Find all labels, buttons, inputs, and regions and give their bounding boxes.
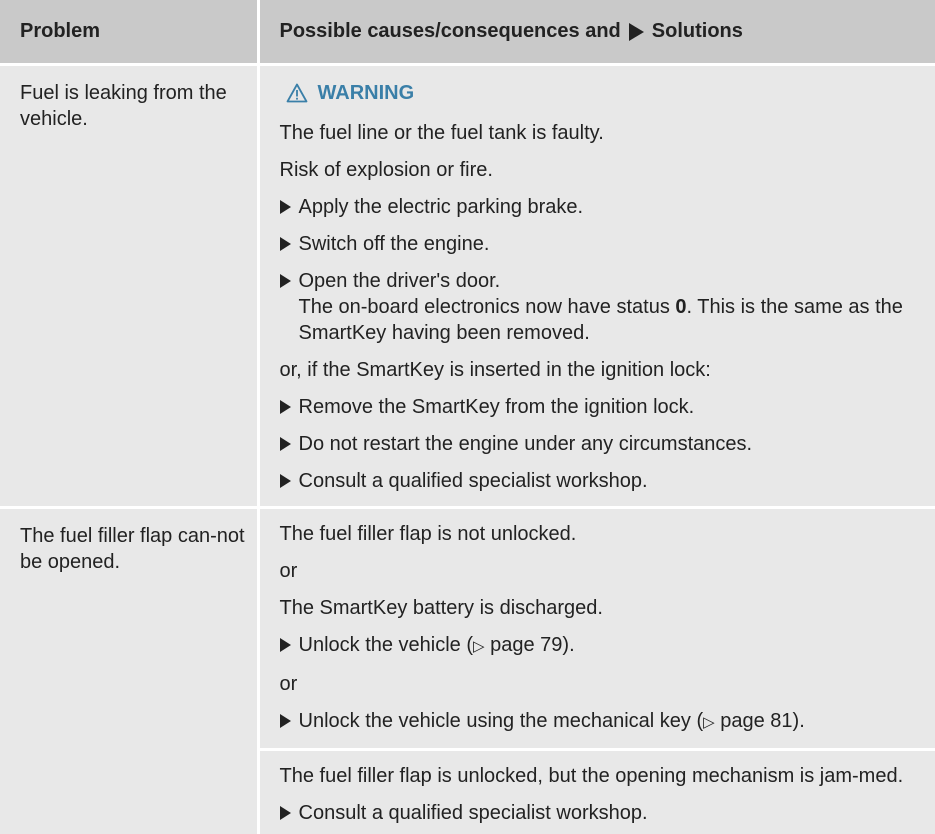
header-solution-suffix: Solutions [652,20,743,43]
header-solution-prefix: Possible causes/consequences and [280,20,621,43]
alt-condition-text: or, if the SmartKey is inserted in the i… [280,357,916,383]
step-item: Open the driver's door. [280,268,916,294]
step-item: Unlock the vehicle using the mechanical … [280,708,916,736]
page-ref-icon: ▷ [473,638,485,655]
warning-heading: WARNING [286,80,916,106]
step-item: Unlock the vehicle (▷ page 79). [280,632,916,660]
triangle-right-icon [280,274,291,288]
table-row: Fuel is leaking from the vehicle. WARNIN… [0,65,935,508]
page-ref-icon: ▷ [703,714,715,731]
step-text: Unlock the vehicle using the mechanical … [299,708,916,736]
solution-cell: WARNING The fuel line or the fuel tank i… [258,65,935,508]
step-item: Consult a qualified specialist workshop. [280,800,916,826]
step-text: Consult a qualified specialist workshop. [299,468,916,494]
step-result: The on-board electronics now have status… [280,294,916,346]
step-text: Apply the electric parking brake. [299,194,916,220]
step-text: Unlock the vehicle (▷ page 79). [299,632,916,660]
triangle-right-icon [280,638,291,652]
step-text-main: Unlock the vehicle using the mechanical … [299,710,704,732]
status-value: 0 [675,296,686,318]
triangle-right-icon [280,200,291,214]
cause-text: The SmartKey battery is discharged. [280,595,916,621]
step-text-main: Unlock the vehicle ( [299,634,474,656]
warning-label: WARNING [318,80,415,106]
step-text: Open the driver's door. [299,268,916,294]
step-text: Switch off the engine. [299,231,916,257]
triangle-right-icon [629,23,644,41]
step-item: Switch off the engine. [280,231,916,257]
solution-cell: The fuel filler flap is not unlocked. or… [258,508,935,834]
step-result-text: The on-board electronics now have status [299,296,676,318]
table-header-row: Problem Possible causes/consequences and… [0,0,935,65]
or-text: or [280,558,916,584]
step-text: Consult a qualified specialist workshop. [299,800,916,826]
problem-text: Fuel is leaking from the vehicle. [20,82,227,130]
header-solutions: Possible causes/consequences and Solutio… [258,0,935,65]
triangle-right-icon [280,714,291,728]
step-text: Remove the SmartKey from the ignition lo… [299,394,916,420]
risk-text: Risk of explosion or fire. [280,157,916,183]
step-item: Do not restart the engine under any circ… [280,431,916,457]
table-row: The fuel filler flap can-not be opened. … [0,508,935,834]
triangle-right-icon [280,237,291,251]
page-ref: page 79). [485,634,575,656]
or-text: or [280,671,916,697]
triangle-right-icon [280,437,291,451]
step-item: Apply the electric parking brake. [280,194,916,220]
triangle-right-icon [280,806,291,820]
triangle-right-icon [280,474,291,488]
header-problem: Problem [0,0,258,65]
cause-text: The fuel filler flap is unlocked, but th… [280,763,916,789]
page-ref: page 81). [715,710,805,732]
triangle-right-icon [280,400,291,414]
troubleshooting-table: Problem Possible causes/consequences and… [0,0,935,834]
warning-triangle-icon [286,83,308,103]
cause-text: The fuel filler flap is not unlocked. [280,521,916,547]
problem-cell: Fuel is leaking from the vehicle. [0,65,258,508]
step-item: Remove the SmartKey from the ignition lo… [280,394,916,420]
cause-text: The fuel line or the fuel tank is faulty… [280,120,916,146]
problem-text: The fuel filler flap can-not be opened. [20,525,245,573]
problem-cell: The fuel filler flap can-not be opened. [0,508,258,834]
step-text: Do not restart the engine under any circ… [299,431,916,457]
step-item: Consult a qualified specialist workshop. [280,468,916,494]
